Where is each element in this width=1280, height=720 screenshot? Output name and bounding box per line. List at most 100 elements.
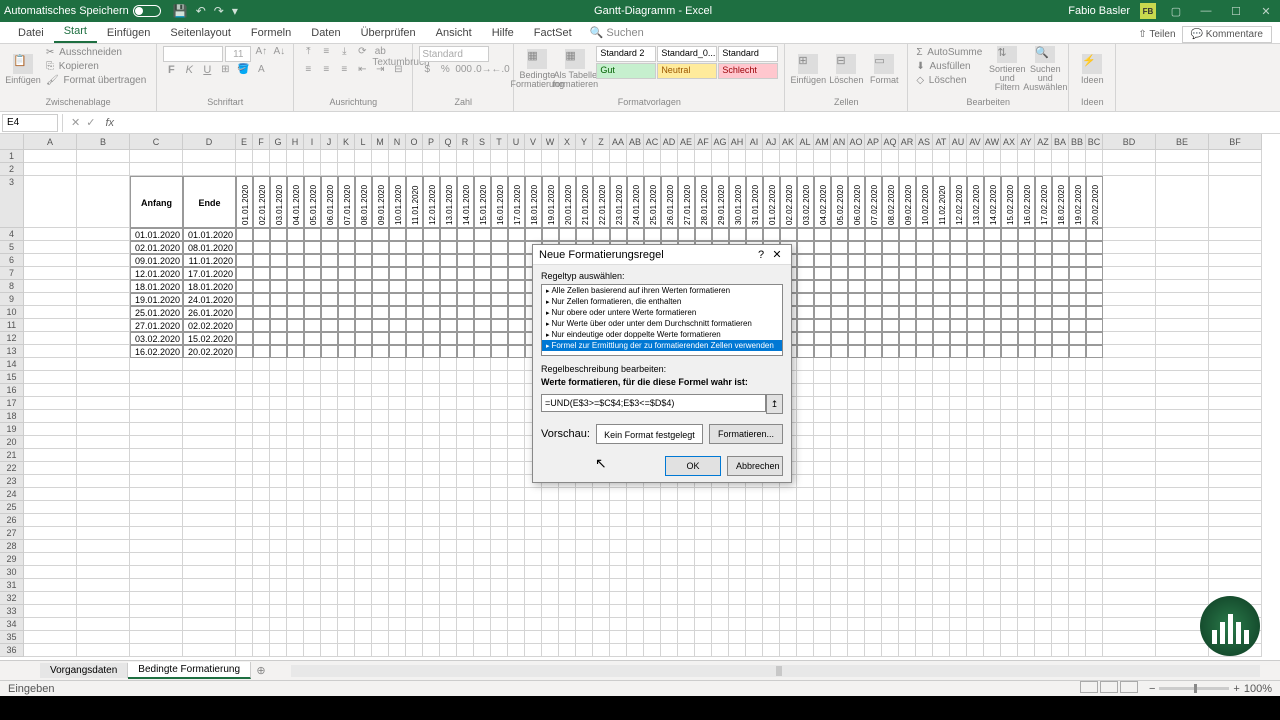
cell[interactable] — [576, 631, 593, 644]
cell[interactable] — [253, 228, 270, 241]
font-family[interactable] — [163, 46, 223, 62]
cell[interactable] — [814, 267, 831, 280]
cell[interactable] — [270, 436, 287, 449]
cell[interactable] — [967, 644, 984, 657]
cell[interactable] — [253, 410, 270, 423]
cell[interactable] — [933, 345, 950, 358]
cell[interactable] — [304, 306, 321, 319]
cell[interactable] — [1156, 254, 1209, 267]
cell[interactable] — [183, 163, 236, 176]
row-header[interactable]: 21 — [0, 449, 24, 462]
cell[interactable] — [321, 618, 338, 631]
cell[interactable] — [1086, 436, 1103, 449]
cell[interactable] — [899, 241, 916, 254]
cell[interactable] — [440, 436, 457, 449]
cell[interactable] — [457, 553, 474, 566]
cell[interactable] — [474, 319, 491, 332]
cell[interactable] — [933, 332, 950, 345]
cell[interactable] — [1018, 358, 1035, 371]
zoom-level[interactable]: 100% — [1244, 683, 1272, 695]
col-header[interactable]: R — [457, 134, 474, 150]
cell[interactable] — [440, 488, 457, 501]
cell[interactable] — [1035, 293, 1052, 306]
cell[interactable] — [967, 254, 984, 267]
cell[interactable] — [865, 332, 882, 345]
cell[interactable] — [1156, 163, 1209, 176]
cell[interactable] — [899, 410, 916, 423]
cell[interactable] — [77, 566, 130, 579]
cell[interactable] — [712, 605, 729, 618]
cell[interactable] — [780, 228, 797, 241]
cell[interactable] — [406, 384, 423, 397]
cell[interactable] — [797, 631, 814, 644]
cell[interactable] — [338, 449, 355, 462]
cell[interactable] — [627, 566, 644, 579]
align-left-icon[interactable]: ≡ — [300, 64, 316, 80]
cell[interactable] — [882, 514, 899, 527]
col-header[interactable]: AB — [627, 134, 644, 150]
cell[interactable] — [1209, 280, 1262, 293]
cell[interactable] — [525, 527, 542, 540]
cell[interactable] — [474, 371, 491, 384]
cell[interactable] — [593, 618, 610, 631]
cell[interactable] — [1086, 553, 1103, 566]
cell[interactable] — [423, 462, 440, 475]
cell[interactable] — [1052, 566, 1069, 579]
cell[interactable] — [1103, 176, 1156, 228]
cell[interactable] — [865, 163, 882, 176]
cell[interactable] — [77, 371, 130, 384]
cell[interactable] — [627, 501, 644, 514]
cell[interactable] — [270, 553, 287, 566]
cell[interactable] — [270, 410, 287, 423]
cell[interactable] — [183, 501, 236, 514]
cell[interactable] — [848, 618, 865, 631]
cell[interactable] — [746, 553, 763, 566]
cell[interactable] — [984, 514, 1001, 527]
cell[interactable] — [899, 566, 916, 579]
cell[interactable] — [491, 332, 508, 345]
cell[interactable] — [899, 501, 916, 514]
cell[interactable] — [814, 436, 831, 449]
cell[interactable] — [338, 410, 355, 423]
cell[interactable] — [1018, 488, 1035, 501]
cell[interactable] — [406, 436, 423, 449]
cell[interactable] — [406, 449, 423, 462]
cell[interactable] — [440, 254, 457, 267]
cell[interactable] — [593, 592, 610, 605]
ok-button[interactable]: OK — [665, 456, 721, 476]
cell[interactable] — [865, 618, 882, 631]
cell[interactable] — [77, 540, 130, 553]
cell[interactable]: 22.01.2020 — [593, 176, 610, 228]
cell[interactable] — [355, 514, 372, 527]
cell[interactable] — [423, 501, 440, 514]
cell[interactable] — [1069, 228, 1086, 241]
cell[interactable]: 01.02.2020 — [763, 176, 780, 228]
cell[interactable] — [746, 514, 763, 527]
cell[interactable] — [865, 280, 882, 293]
cell[interactable] — [491, 371, 508, 384]
col-header[interactable]: AT — [933, 134, 950, 150]
cell[interactable] — [763, 592, 780, 605]
cell[interactable] — [729, 501, 746, 514]
cell[interactable] — [780, 644, 797, 657]
col-header[interactable]: G — [270, 134, 287, 150]
conditional-format-button[interactable]: ▦Bedingte Formatierung — [520, 46, 554, 92]
cell[interactable] — [77, 150, 130, 163]
cell[interactable] — [474, 449, 491, 462]
cell[interactable] — [848, 527, 865, 540]
cell[interactable] — [270, 319, 287, 332]
cell[interactable] — [372, 631, 389, 644]
cell[interactable] — [474, 618, 491, 631]
cell[interactable] — [270, 306, 287, 319]
undo-icon[interactable]: ↶ — [196, 4, 206, 18]
cell[interactable] — [967, 397, 984, 410]
cell[interactable] — [406, 306, 423, 319]
cell[interactable] — [130, 163, 183, 176]
cell[interactable] — [831, 527, 848, 540]
cell[interactable] — [338, 488, 355, 501]
cell[interactable] — [814, 319, 831, 332]
cell[interactable] — [848, 228, 865, 241]
inc-decimal-icon[interactable]: .0→ — [473, 64, 489, 80]
cell[interactable] — [1156, 488, 1209, 501]
cell[interactable] — [831, 423, 848, 436]
